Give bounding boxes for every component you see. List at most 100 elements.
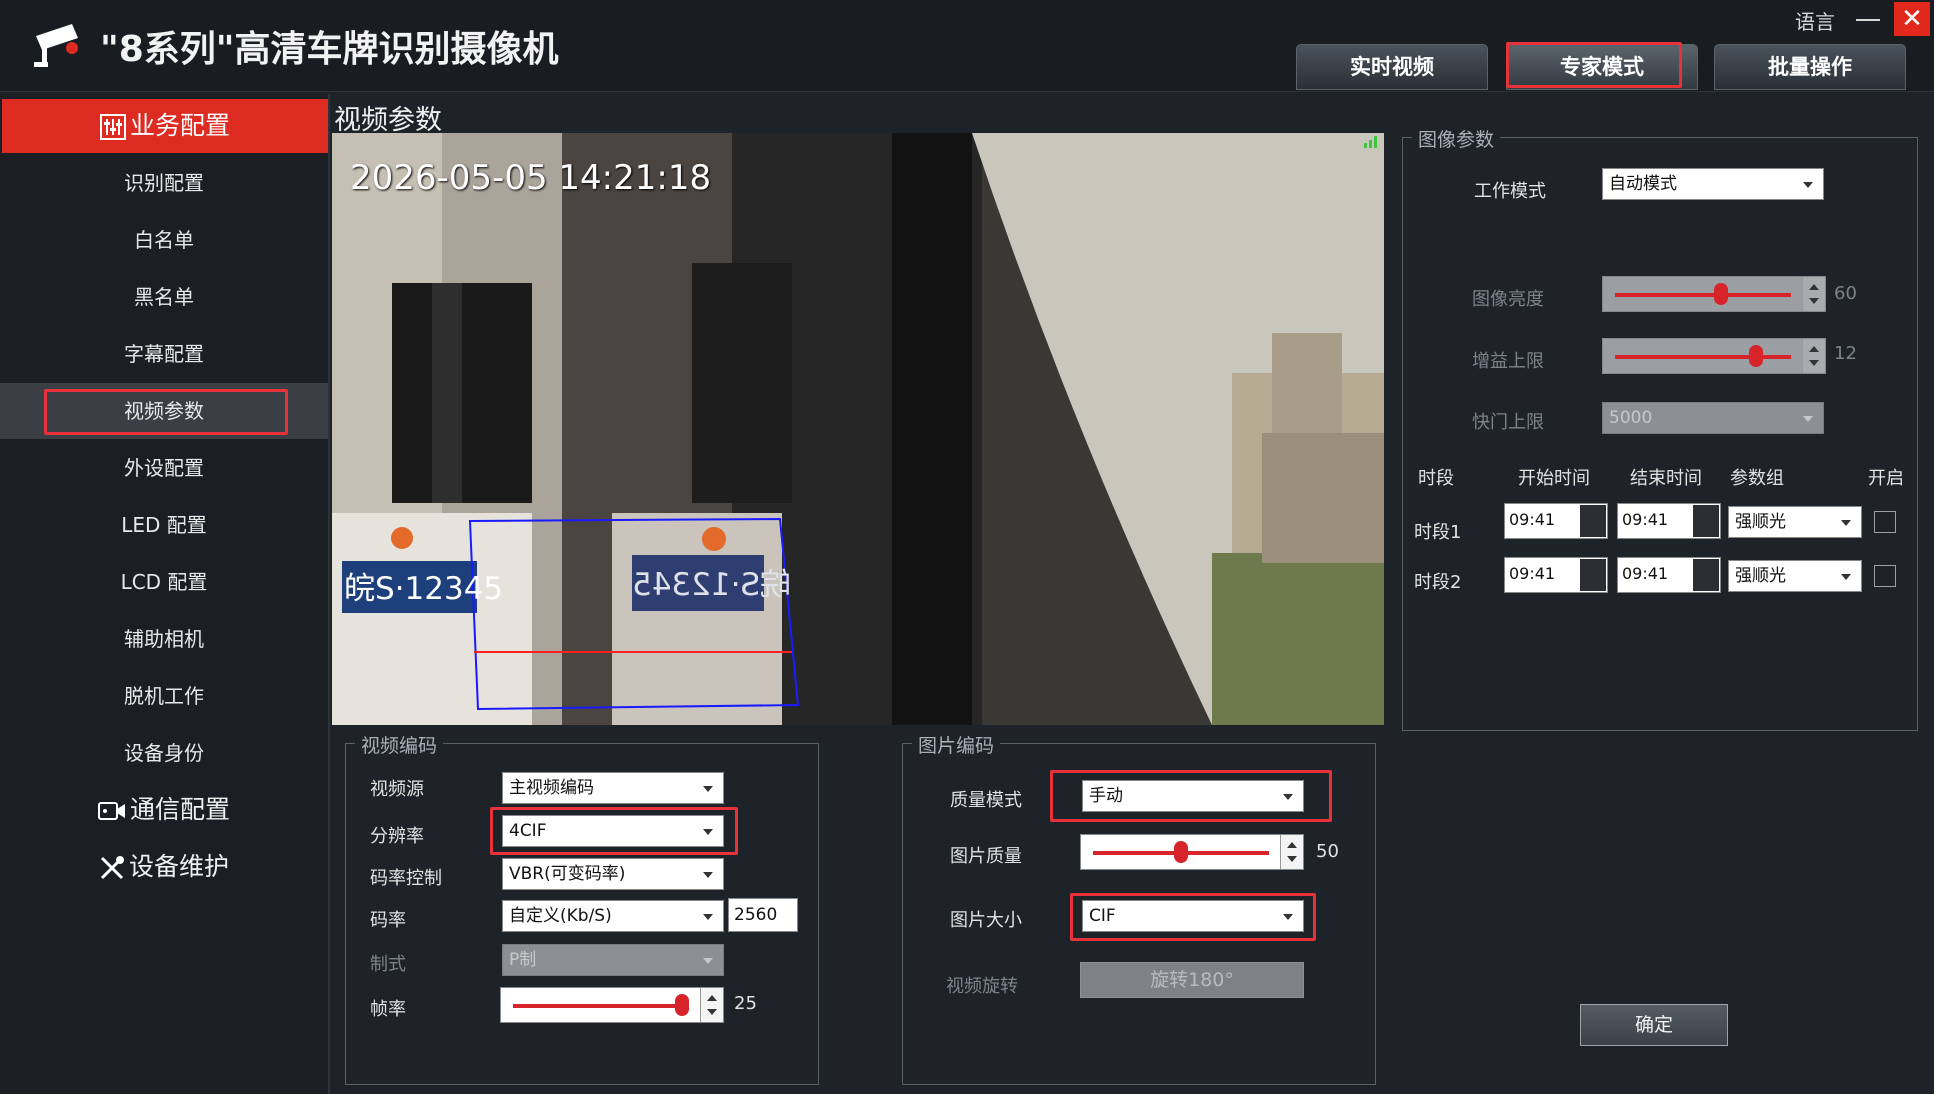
schedule-2-end-time[interactable]: 09:41: [1617, 557, 1721, 593]
picture-encoding-legend: 图片编码: [912, 731, 1001, 758]
picture-quality-slider[interactable]: [1080, 834, 1304, 870]
tab-live-video[interactable]: 实时视频: [1296, 44, 1488, 90]
framerate-spinner[interactable]: [700, 988, 723, 1022]
picture-quality-label: 图片质量: [950, 846, 1022, 867]
expert-tab-highlight: [1506, 42, 1682, 88]
slider-thumb[interactable]: [1174, 841, 1188, 863]
work-mode-value: 自动模式: [1609, 174, 1677, 194]
slider-thumb[interactable]: [674, 994, 689, 1016]
time-spin-button[interactable]: [1693, 505, 1719, 537]
brightness-spinner[interactable]: [1802, 277, 1825, 311]
gain-limit-slider[interactable]: [1602, 338, 1826, 374]
shutter-limit-label: 快门上限: [1472, 412, 1544, 433]
schedule-1-start-time[interactable]: 09:41: [1504, 503, 1608, 539]
close-button[interactable]: ✕: [1894, 2, 1930, 36]
sidebar-section-maintenance-label: 设备维护: [128, 852, 229, 881]
sidebar-item-blacklist[interactable]: 黑名单: [0, 269, 328, 325]
video-rotate-label: 视频旋转: [946, 976, 1018, 997]
sidebar-item-whitelist[interactable]: 白名单: [0, 212, 328, 268]
schedule-header-start: 开始时间: [1518, 468, 1590, 489]
video-source-select[interactable]: 主视频编码: [502, 772, 724, 804]
sidebar-section-communication-label: 通信配置: [129, 795, 230, 824]
schedule-1-name: 时段1: [1414, 522, 1462, 543]
picture-size-highlight: [1070, 893, 1316, 941]
standard-select[interactable]: P制: [502, 944, 724, 976]
rate-control-label: 码率控制: [370, 868, 442, 889]
schedule-2-end-value: 09:41: [1622, 564, 1669, 583]
sidebar-item-subtitle[interactable]: 字幕配置: [0, 326, 328, 382]
bitrate-select[interactable]: 自定义(Kb/S): [502, 900, 724, 932]
schedule-2-enable-checkbox[interactable]: [1874, 565, 1896, 587]
brightness-value: 60: [1834, 283, 1857, 304]
schedule-1-group-select[interactable]: 强顺光: [1728, 506, 1862, 538]
quality-mode-label: 质量模式: [950, 790, 1022, 811]
spin-down-icon: [1809, 360, 1819, 366]
spin-down-icon: [1287, 856, 1297, 862]
sidebar-section-business-label: 业务配置: [129, 111, 230, 140]
minimize-button[interactable]: [1852, 4, 1884, 34]
quality-mode-highlight: [1050, 770, 1332, 822]
shutter-limit-select[interactable]: 5000: [1602, 402, 1824, 434]
sidebar-item-aux-camera[interactable]: 辅助相机: [0, 611, 328, 667]
shutter-limit-value: 5000: [1609, 408, 1653, 428]
work-mode-label: 工作模式: [1474, 181, 1546, 202]
chevron-down-icon: [703, 786, 713, 792]
sidebar-item-offline[interactable]: 脱机工作: [0, 668, 328, 724]
schedule-2-start-value: 09:41: [1509, 564, 1556, 583]
resolution-highlight: [490, 807, 738, 855]
chevron-down-icon: [703, 914, 713, 920]
schedule-1-enable-checkbox[interactable]: [1874, 511, 1896, 533]
confirm-button[interactable]: 确定: [1580, 1004, 1728, 1046]
sidebar-item-recognition[interactable]: 识别配置: [0, 155, 328, 211]
sidebar-section-maintenance[interactable]: 设备维护: [0, 839, 328, 895]
slider-thumb[interactable]: [1713, 283, 1728, 305]
page-title: 视频参数: [334, 105, 442, 136]
camera-logo-icon: [34, 24, 78, 67]
rotate-180-button[interactable]: 旋转180°: [1080, 962, 1304, 998]
image-params-legend: 图像参数: [1412, 125, 1501, 152]
tab-batch-operation[interactable]: 批量操作: [1714, 44, 1906, 90]
chevron-down-icon: [1803, 182, 1813, 188]
schedule-1-end-value: 09:41: [1622, 510, 1669, 529]
tools-icon: [100, 856, 124, 880]
work-mode-select[interactable]: 自动模式: [1602, 168, 1824, 200]
spin-down-icon: [707, 1009, 717, 1015]
brightness-slider[interactable]: [1602, 276, 1826, 312]
schedule-2-name: 时段2: [1414, 572, 1462, 593]
brightness-label: 图像亮度: [1472, 289, 1544, 310]
schedule-1-start-value: 09:41: [1509, 510, 1556, 529]
rate-control-value: VBR(可变码率): [509, 864, 626, 884]
schedule-1-group-value: 强顺光: [1735, 512, 1786, 532]
schedule-header-end: 结束时间: [1630, 468, 1702, 489]
picture-quality-spinner[interactable]: [1280, 835, 1303, 869]
time-spin-button[interactable]: [1580, 559, 1606, 591]
plate-text-left: 皖S·12345: [344, 571, 504, 607]
video-source-label: 视频源: [370, 779, 424, 800]
bitrate-input[interactable]: 2560: [728, 898, 798, 932]
sidebar-item-led[interactable]: LED 配置: [0, 497, 328, 553]
rate-control-select[interactable]: VBR(可变码率): [502, 858, 724, 890]
framerate-slider[interactable]: [500, 987, 724, 1023]
sidebar-item-lcd[interactable]: LCD 配置: [0, 554, 328, 610]
sidebar-item-peripheral[interactable]: 外设配置: [0, 440, 328, 496]
schedule-2-start-time[interactable]: 09:41: [1504, 557, 1608, 593]
sidebar-item-device-id[interactable]: 设备身份: [0, 725, 328, 781]
sidebar-section-business[interactable]: 业务配置: [2, 99, 328, 153]
time-spin-button[interactable]: [1693, 559, 1719, 591]
time-spin-button[interactable]: [1580, 505, 1606, 537]
language-button[interactable]: 语言: [1795, 6, 1835, 35]
sidebar-section-communication[interactable]: 通信配置: [0, 782, 328, 838]
schedule-2-group-select[interactable]: 强顺光: [1728, 560, 1862, 592]
bitrate-value: 自定义(Kb/S): [509, 906, 612, 926]
chevron-down-icon: [703, 872, 713, 878]
spin-up-icon: [1287, 842, 1297, 848]
gain-limit-label: 增益上限: [1472, 351, 1544, 372]
chevron-down-icon: [1841, 574, 1851, 580]
schedule-1-end-time[interactable]: 09:41: [1617, 503, 1721, 539]
video-timestamp: 2026-05-05 14:21:18: [350, 158, 712, 198]
framerate-label: 帧率: [370, 999, 406, 1020]
video-preview[interactable]: 皖S·12345 皖S·12345: [332, 133, 1384, 725]
slider-thumb[interactable]: [1748, 345, 1763, 367]
video-source-value: 主视频编码: [509, 778, 594, 798]
gain-limit-spinner[interactable]: [1802, 339, 1825, 373]
